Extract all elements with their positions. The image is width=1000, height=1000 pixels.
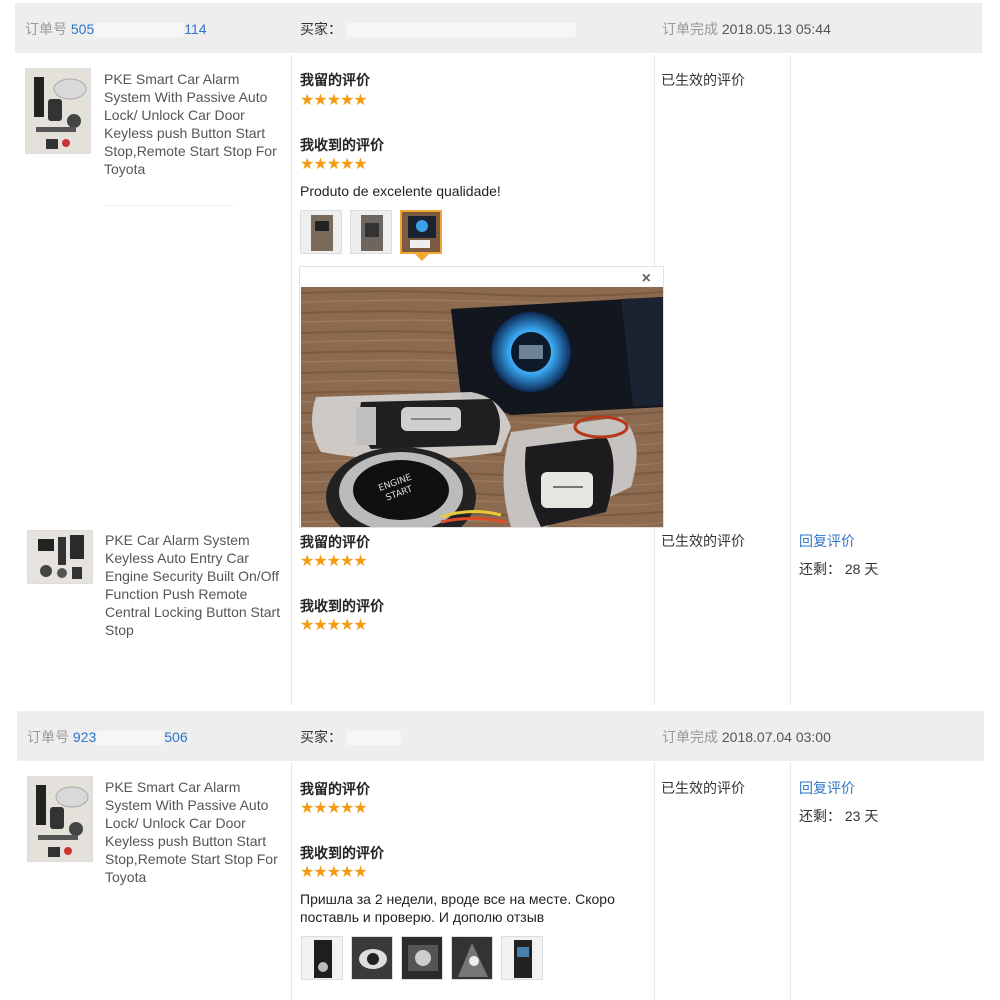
faint-divider	[104, 205, 234, 206]
my-evaluation-label: 我留的评价	[300, 781, 370, 797]
received-evaluation-label: 我收到的评价	[300, 845, 384, 861]
redacted-region	[345, 731, 401, 746]
column-divider	[790, 55, 791, 705]
received-evaluation-label: 我收到的评价	[300, 598, 384, 614]
order-number-prefix[interactable]: 923	[73, 729, 96, 745]
order-number-suffix[interactable]: 114	[184, 21, 206, 37]
product-thumbnail[interactable]	[27, 776, 93, 862]
column-divider	[654, 762, 655, 1000]
order-header: 订单号 923 506 买家： 订单完成 2018.07.04 03:00	[17, 711, 984, 761]
review-photo-thumb[interactable]	[501, 936, 543, 980]
review-text: Produto de excelente qualidade!	[300, 183, 501, 199]
my-evaluation-label: 我留的评价	[300, 72, 370, 88]
column-divider	[291, 762, 292, 1000]
order-number-suffix[interactable]: 506	[164, 729, 187, 745]
product-title[interactable]: PKE Smart Car Alarm System With Passive …	[104, 70, 284, 178]
redacted-region	[96, 731, 165, 746]
column-divider	[291, 55, 292, 705]
completed-time: 2018.07.04 03:00	[721, 729, 831, 745]
evaluation-status: 已生效的评价	[661, 533, 745, 549]
evaluation-status: 已生效的评价	[661, 72, 745, 88]
received-rating-stars: ★★★★★	[300, 864, 368, 881]
review-photo-thumb[interactable]	[350, 210, 392, 254]
order-number-prefix[interactable]: 505	[71, 21, 94, 37]
review-photo-thumb[interactable]	[451, 936, 493, 980]
product-title[interactable]: PKE Car Alarm System Keyless Auto Entry …	[105, 531, 285, 639]
photo-preview: × ENGINE START	[299, 266, 664, 528]
remaining-value: 23 天	[844, 808, 879, 824]
order-number-label: 订单号	[27, 729, 69, 745]
review-photo-thumb-selected[interactable]	[400, 210, 442, 254]
review-photo-thumb[interactable]	[401, 936, 443, 980]
completed-time: 2018.05.13 05:44	[721, 21, 831, 37]
buyer-label: 买家：	[300, 21, 342, 37]
received-evaluation-label: 我收到的评价	[300, 137, 384, 153]
product-title[interactable]: PKE Smart Car Alarm System With Passive …	[105, 778, 285, 886]
my-evaluation-label: 我留的评价	[300, 534, 370, 550]
product-image-icon	[28, 777, 92, 861]
review-photo-thumb[interactable]	[300, 210, 342, 254]
product-thumbnail[interactable]	[25, 68, 91, 154]
close-icon[interactable]: ×	[642, 270, 651, 288]
selected-caret	[415, 254, 429, 261]
order-number: 订单号 505 114	[25, 19, 207, 39]
review-photo-thumb[interactable]	[351, 936, 393, 980]
completed: 订单完成 2018.07.04 03:00	[662, 727, 831, 747]
remaining-label: 还剩：	[799, 561, 841, 577]
buyer-label: 买家：	[300, 729, 342, 745]
my-rating-stars: ★★★★★	[300, 800, 368, 817]
my-rating-stars: ★★★★★	[300, 553, 368, 570]
redacted-region	[94, 23, 185, 38]
review-photo-thumb[interactable]	[301, 936, 343, 980]
received-rating-stars: ★★★★★	[300, 156, 368, 173]
my-rating-stars: ★★★★★	[300, 92, 368, 109]
received-rating-stars: ★★★★★	[300, 617, 368, 634]
order-header: 订单号 505 114 买家： 订单完成 2018.05.13 05:44	[15, 3, 982, 53]
redacted-region	[345, 23, 576, 38]
review-text: Пришла за 2 недели, вроде все на месте. …	[300, 891, 615, 925]
completed-label: 订单完成	[662, 21, 718, 37]
evaluation-status: 已生效的评价	[661, 780, 745, 796]
order-number: 订单号 923 506	[27, 727, 188, 747]
order-number-label: 订单号	[25, 21, 67, 37]
column-divider	[790, 762, 791, 1000]
remaining-time: 还剩： 23 天	[799, 806, 878, 826]
reply-evaluation-link[interactable]: 回复评价	[799, 778, 855, 798]
buyer: 买家：	[300, 19, 576, 39]
reply-evaluation-link[interactable]: 回复评价	[799, 531, 855, 551]
completed-label: 订单完成	[662, 729, 718, 745]
buyer: 买家：	[300, 727, 401, 747]
remaining-label: 还剩：	[799, 808, 841, 824]
product-image-icon	[28, 531, 92, 583]
remaining-time: 还剩： 28 天	[799, 559, 878, 579]
product-image-icon	[26, 69, 90, 153]
product-thumbnail[interactable]	[27, 530, 93, 584]
completed: 订单完成 2018.05.13 05:44	[662, 19, 831, 39]
preview-image: ENGINE START	[301, 287, 663, 527]
remaining-value: 28 天	[844, 561, 879, 577]
